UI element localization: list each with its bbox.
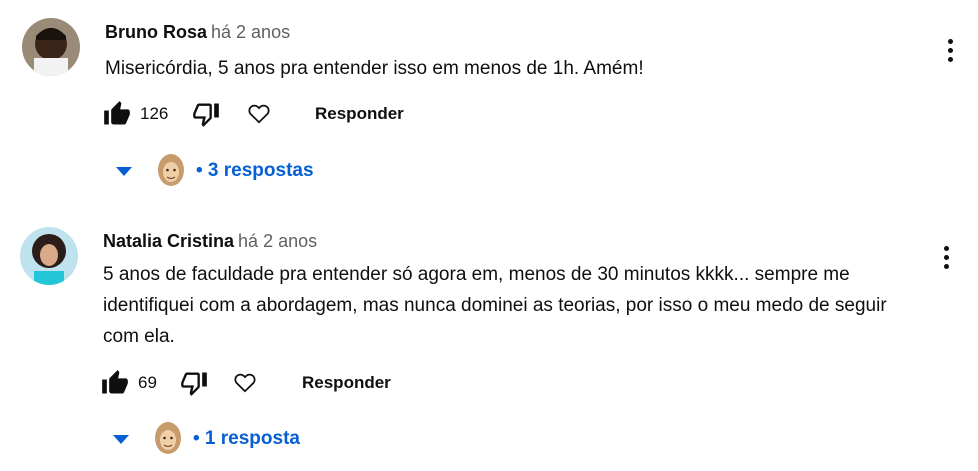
replier-avatar [158,154,184,186]
reply-button[interactable]: Responder [315,104,404,124]
dislike-button[interactable] [180,369,208,397]
heart-icon [234,373,256,393]
like-icon [104,101,130,125]
dislike-button[interactable] [192,100,220,128]
more-options-icon [940,39,960,62]
heart-button[interactable] [246,100,272,126]
comment-header: Bruno Rosa há 2 anos [105,22,290,43]
avatar[interactable] [22,18,80,76]
like-button[interactable] [101,369,129,397]
replier-avatar [155,422,181,454]
comment-time[interactable]: há 2 anos [238,231,317,251]
heart-icon [248,104,270,124]
view-replies-button[interactable]: • 3 respostas [116,151,314,191]
comment-text: Misericórdia, 5 anos pra entender isso e… [105,58,644,79]
comment-item: Bruno Rosa há 2 anos Misericórdia, 5 anos… [0,0,978,200]
more-options-button[interactable] [940,36,960,66]
chevron-down-icon [116,166,132,176]
more-options-button[interactable] [936,243,956,273]
heart-button[interactable] [232,369,258,395]
author-name[interactable]: Natalia Cristina [103,231,234,251]
comment-actions: 126 Responder [100,97,420,131]
comment-text: 5 anos de faculdade pra entender só agor… [103,264,887,347]
replies-count: • 1 resposta [193,428,300,449]
author-name[interactable]: Bruno Rosa [105,22,207,42]
like-count: 126 [140,104,169,123]
more-options-icon [936,246,956,269]
like-count: 69 [138,373,157,392]
like-button[interactable] [103,100,131,128]
comment-actions: 69 Responder [98,366,418,400]
like-icon [102,370,128,394]
view-replies-button[interactable]: • 1 resposta [113,419,300,459]
replies-count: • 3 respostas [196,160,314,181]
dislike-icon [181,372,207,396]
chevron-down-icon [113,434,129,444]
comment-item: Natalia Cristina há 2 anos 5 anos de facu… [0,200,978,471]
avatar[interactable] [20,227,78,285]
comment-header: Natalia Cristina há 2 anos [103,231,317,252]
reply-button[interactable]: Responder [302,373,391,393]
dislike-icon [193,103,219,127]
comment-time[interactable]: há 2 anos [211,22,290,42]
